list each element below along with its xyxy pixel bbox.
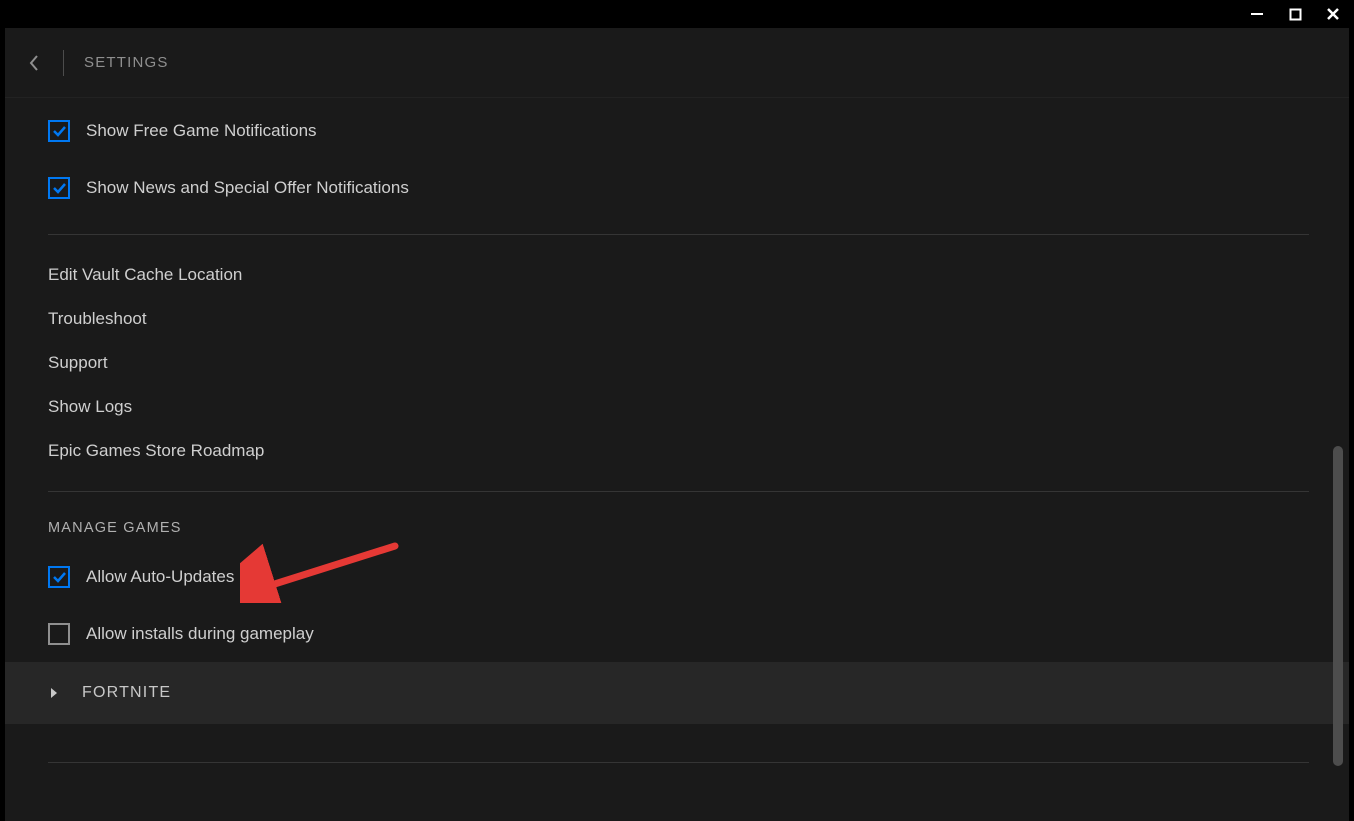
checkbox-unchecked-icon [48,623,70,645]
scroll-area: Show Free Game Notifications Show News a… [5,98,1329,821]
chevron-left-icon [27,52,41,74]
manage-games-title: MANAGE GAMES [48,520,1309,536]
checkbox-checked-icon [48,566,70,588]
back-button[interactable] [25,54,43,72]
section-divider [48,762,1309,763]
game-name-label: FORTNITE [82,684,171,702]
allow-auto-updates-toggle[interactable]: Allow Auto-Updates [48,548,1309,605]
section-divider [48,234,1309,235]
window-titlebar [0,0,1354,28]
checkbox-checked-icon [48,177,70,199]
link-label: Troubleshoot [48,309,147,329]
settings-content: Show Free Game Notifications Show News a… [5,98,1349,821]
edit-vault-cache-location-link[interactable]: Edit Vault Cache Location [48,253,1309,297]
maximize-button[interactable] [1286,5,1304,23]
show-news-offers-notifications-toggle[interactable]: Show News and Special Offer Notification… [48,159,1309,216]
allow-installs-during-gameplay-toggle[interactable]: Allow installs during gameplay [48,605,1309,662]
link-label: Show Logs [48,397,132,417]
scrollbar[interactable] [1333,116,1343,811]
troubleshoot-link[interactable]: Troubleshoot [48,297,1309,341]
support-link[interactable]: Support [48,341,1309,385]
show-free-game-notifications-toggle[interactable]: Show Free Game Notifications [48,102,1309,159]
settings-header: SETTINGS [5,28,1349,98]
link-label: Epic Games Store Roadmap [48,441,264,461]
checkbox-label: Show News and Special Offer Notification… [86,178,409,198]
checkbox-label: Allow installs during gameplay [86,624,314,644]
chevron-right-icon [48,687,60,699]
scrollbar-thumb[interactable] [1333,446,1343,766]
epic-store-roadmap-link[interactable]: Epic Games Store Roadmap [48,429,1309,473]
minimize-button[interactable] [1248,5,1266,23]
checkbox-label: Show Free Game Notifications [86,121,317,141]
close-button[interactable] [1324,5,1342,23]
checkbox-checked-icon [48,120,70,142]
section-divider [48,491,1309,492]
game-row-fortnite[interactable]: FORTNITE [5,662,1349,724]
header-divider [63,50,64,76]
checkbox-label: Allow Auto-Updates [86,567,234,587]
link-label: Edit Vault Cache Location [48,265,242,285]
app-window: SETTINGS Show Free Game Notifications Sh… [5,28,1349,821]
page-title: SETTINGS [84,54,169,71]
show-logs-link[interactable]: Show Logs [48,385,1309,429]
link-label: Support [48,353,108,373]
